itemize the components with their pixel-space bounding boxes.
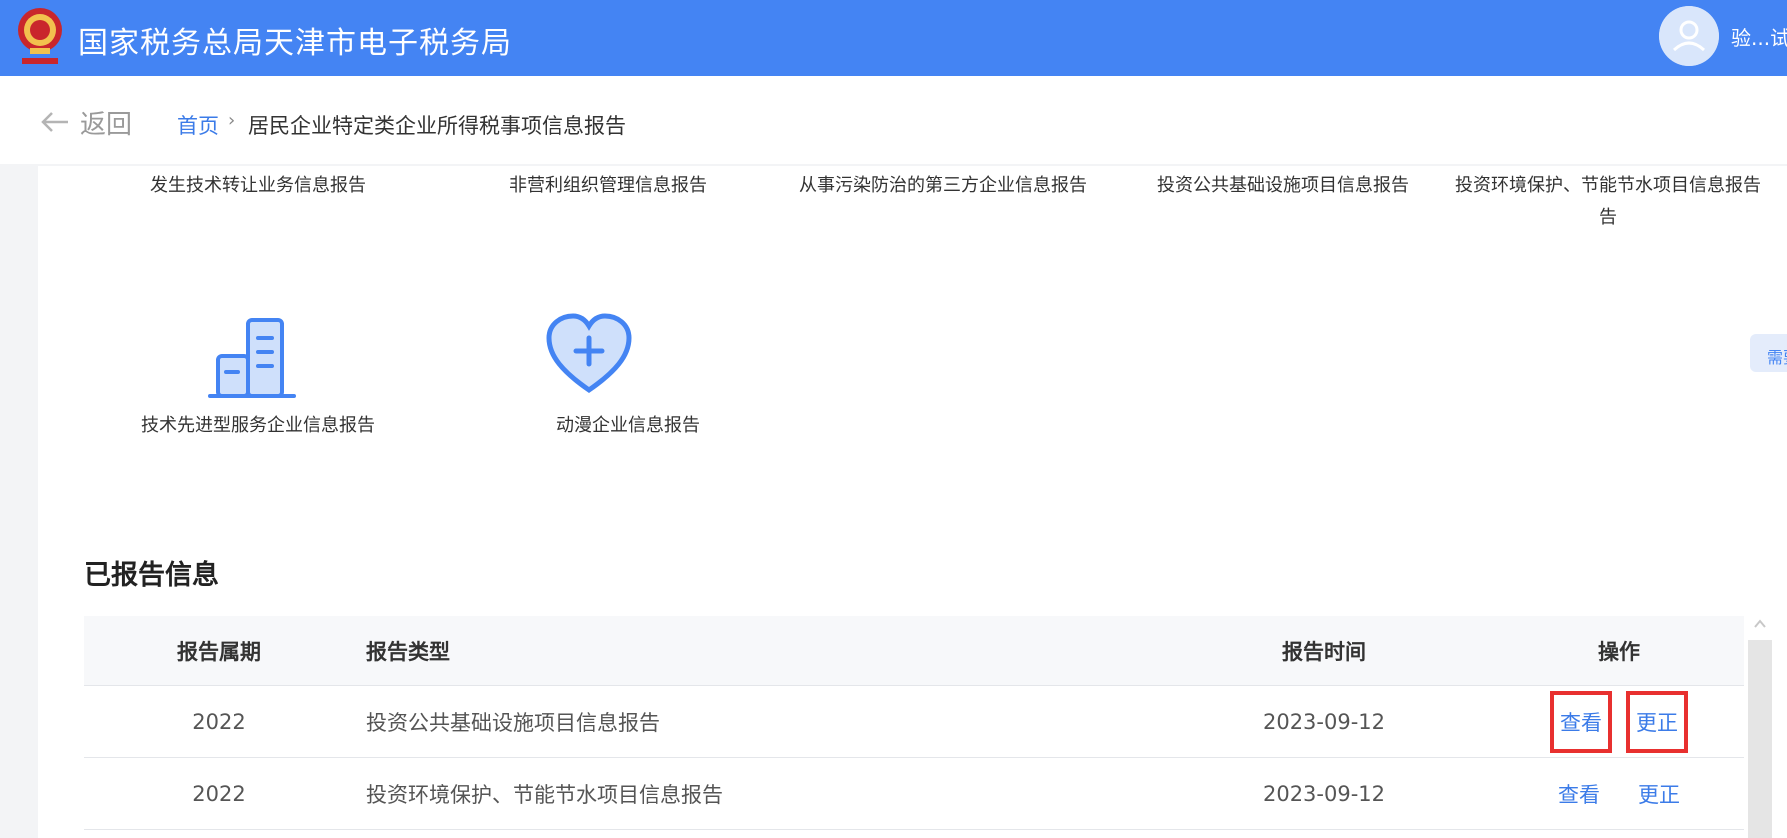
site-title: 国家税务总局天津市电子税务局 — [78, 26, 512, 61]
column-header-actions: 操作 — [1598, 639, 1640, 664]
column-header-period: 报告属期 — [177, 639, 261, 664]
user-name[interactable]: 验...试 — [1731, 22, 1787, 51]
report-tile-pollution-third-party[interactable]: 从事污染防治的第三方企业信息报告 — [773, 170, 1113, 202]
report-tile-environmental-protection[interactable]: 投资环境保护、节能节水项目信息报告 告 — [1448, 170, 1768, 234]
arrow-left-icon — [41, 112, 68, 132]
row-time: 2023-09-12 — [1262, 781, 1386, 806]
building-icon[interactable] — [206, 312, 298, 400]
breadcrumb-home-link[interactable]: 首页 — [177, 110, 219, 140]
row-period: 2022 — [192, 781, 246, 806]
floating-help-tab[interactable]: 需要 — [1750, 334, 1787, 372]
row-actions: 查看 更正 — [1529, 686, 1709, 757]
section-title: 已报告信息 — [84, 560, 219, 591]
report-tile-public-infrastructure[interactable]: 投资公共基础设施项目信息报告 — [1133, 170, 1433, 202]
table-row: 2022 投资公共基础设施项目信息报告 2023-09-12 查看 更正 — [84, 686, 1744, 758]
row-actions: 查看 更正 — [1529, 758, 1709, 829]
table-row: 2022 投资环境保护、节能节水项目信息报告 2023-09-12 查看 更正 — [84, 758, 1744, 830]
heart-plus-icon[interactable] — [543, 312, 635, 396]
chevron-up-icon[interactable] — [1754, 618, 1766, 630]
column-header-time: 报告时间 — [1282, 639, 1366, 664]
back-button[interactable]: 返回 — [40, 106, 133, 140]
report-tile-animation[interactable]: 动漫企业信息报告 — [478, 410, 778, 442]
report-tile-label-line1: 投资环境保护、节能节水项目信息报告 — [1455, 175, 1761, 196]
table-scrollbar[interactable] — [1746, 614, 1774, 838]
row-type: 投资环境保护、节能节水项目信息报告 — [366, 782, 723, 807]
row-time: 2023-09-12 — [1262, 709, 1386, 734]
correct-link[interactable]: 更正 — [1626, 690, 1688, 753]
column-header-type: 报告类型 — [366, 639, 450, 664]
view-link[interactable]: 查看 — [1549, 779, 1609, 809]
correct-link[interactable]: 更正 — [1629, 779, 1689, 809]
top-header: 国家税务总局天津市电子税务局 验...试 — [0, 0, 1787, 76]
breadcrumb-bar: 返回 首页 › 居民企业特定类企业所得税事项信息报告 — [0, 76, 1787, 164]
report-tile-nonprofit[interactable]: 非营利组织管理信息报告 — [458, 170, 758, 202]
row-period: 2022 — [192, 709, 246, 734]
table-header: 报告属期 报告类型 报告时间 操作 — [84, 616, 1744, 686]
row-type: 投资公共基础设施项目信息报告 — [366, 710, 660, 735]
scrollbar-thumb[interactable] — [1748, 640, 1772, 838]
report-tile-label-line2: 告 — [1599, 207, 1617, 228]
report-tile-tech-transfer[interactable]: 发生技术转让业务信息报告 — [108, 170, 408, 202]
reported-info-table: 报告属期 报告类型 报告时间 操作 2022 投资公共基础设施项目信息报告 20… — [84, 616, 1744, 830]
tax-emblem-logo — [18, 8, 62, 64]
user-avatar-icon[interactable] — [1659, 6, 1719, 66]
view-link[interactable]: 查看 — [1550, 690, 1612, 753]
breadcrumb-separator-icon: › — [228, 110, 236, 131]
back-label: 返回 — [80, 109, 133, 140]
breadcrumb-current: 居民企业特定类企业所得税事项信息报告 — [248, 114, 626, 138]
report-tile-tech-advanced-service[interactable]: 技术先进型服务企业信息报告 — [108, 410, 408, 442]
